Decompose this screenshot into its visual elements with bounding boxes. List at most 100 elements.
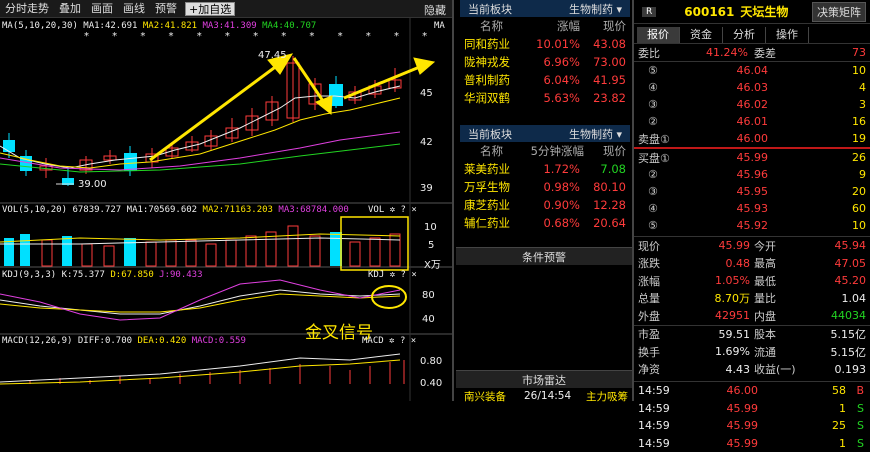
gear-icon[interactable]: ✲ xyxy=(390,205,395,215)
kdj-legend-name: KDJ(9,3,3) xyxy=(2,270,56,280)
help-icon[interactable]: ? xyxy=(400,336,405,346)
buy-level[interactable]: ④ 45.93 60 xyxy=(634,200,870,217)
toolbar-view[interactable]: 画面 xyxy=(86,0,118,18)
tab-funds[interactable]: 资金 xyxy=(680,27,723,43)
macd-value: MACD:0.559 xyxy=(192,336,246,346)
sector1-row[interactable]: 陇神戎发 6.96% 73.00 xyxy=(460,53,630,71)
toolbar-alert[interactable]: 预警 xyxy=(150,0,182,18)
tab-quote[interactable]: 报价 xyxy=(637,27,680,43)
macd-tick-080: 0.80 xyxy=(420,356,442,367)
margin-badge: R xyxy=(642,7,656,17)
hide-button[interactable]: 隐藏 xyxy=(424,2,446,18)
quote-stats: 现价 45.99 今开 45.94 涨跌 0.48 最高 47.05 涨幅 1.… xyxy=(634,236,870,325)
stat-row: 净资 4.43 收益(一) 0.193 xyxy=(634,361,870,379)
stat-row: 涨跌 0.48 最高 47.05 xyxy=(634,255,870,273)
stat-row: 现价 45.99 今开 45.94 xyxy=(634,237,870,255)
vol-ma3: MA3:68784.000 xyxy=(278,205,348,215)
sell-orders: ⑤ 46.04 10 ④ 46.03 4 ③ 46.02 3 ② 46.01 1… xyxy=(634,61,870,147)
buy-level[interactable]: ② 45.96 9 xyxy=(634,166,870,183)
macd-tick-040: 0.40 xyxy=(420,378,442,389)
vol-tag: VOL xyxy=(368,205,384,215)
kdj-d: D:67.850 xyxy=(110,270,153,280)
sell-level[interactable]: 卖盘① 46.00 19 xyxy=(634,130,870,147)
vol-ma2: MA2:71163.203 xyxy=(203,205,273,215)
tick-row: 14:59 45.99 1 S xyxy=(634,435,870,452)
col-price: 现价 xyxy=(580,18,626,34)
volume-highlight-box xyxy=(341,217,408,270)
radar-row[interactable]: 南兴装备 26/14:54 主力吸筹 xyxy=(464,387,634,405)
tab-operation[interactable]: 操作 xyxy=(766,27,809,43)
stat-row: 总量 8.70万 量比 1.04 xyxy=(634,290,870,308)
sector1-selector[interactable]: 生物制药 ▾ xyxy=(569,1,622,17)
sell-level[interactable]: ④ 46.03 4 xyxy=(634,79,870,96)
sector-panel-2: 当前板块 生物制药 ▾ 名称 5分钟涨幅 现价 莱美药业 1.72% 7.08 … xyxy=(460,125,630,232)
vol-value: 67839.727 xyxy=(72,205,121,215)
market-radar-header[interactable]: 市场雷达 xyxy=(456,370,632,388)
toolbar-timeshare[interactable]: 分时走势 xyxy=(0,0,54,18)
sector2-header: 当前板块 xyxy=(468,126,512,142)
close-icon[interactable]: × xyxy=(411,205,416,215)
trend-arrows xyxy=(150,54,434,160)
add-watchlist-button[interactable]: +加自选 xyxy=(185,2,235,16)
col-name: 名称 xyxy=(464,18,522,34)
vol-ma1: MA1:70569.602 xyxy=(127,205,197,215)
buy-level[interactable]: 买盘① 45.99 26 xyxy=(634,149,870,166)
sector1-row[interactable]: 普利制药 6.04% 41.95 xyxy=(460,71,630,89)
help-icon[interactable]: ? xyxy=(401,270,406,280)
gear-icon[interactable]: ✲ xyxy=(389,336,394,346)
tick-row: 14:59 45.99 1 S xyxy=(634,400,870,418)
sector2-row[interactable]: 万孚生物 0.98% 80.10 xyxy=(460,178,630,196)
stat-row: 换手 1.69% 流通 5.15亿 xyxy=(634,343,870,361)
stock-code: 600161 xyxy=(684,5,734,19)
kdj-k: K:75.377 xyxy=(62,270,105,280)
price-tick-42: 42 xyxy=(420,137,433,148)
divider xyxy=(452,0,454,401)
vol-legend: VOL(5,10,20) 67839.727 MA1:70569.602 MA2… xyxy=(2,205,349,215)
sector-panel-1: 当前板块 生物制药 ▾ 名称 涨幅 现价 同和药业 10.01% 43.08 陇… xyxy=(460,0,630,107)
kdj-tools: KDJ ✲ ? × xyxy=(368,270,417,280)
macd-legend-name: MACD(12,26,9) xyxy=(2,336,72,346)
high-price-label: 47.45 xyxy=(258,50,287,61)
macd-tag: MACD xyxy=(362,336,384,346)
toolbar-overlay[interactable]: 叠加 xyxy=(54,0,86,18)
sector1-columns: 名称 涨幅 现价 xyxy=(460,17,630,35)
buy-level[interactable]: ⑤ 45.92 10 xyxy=(634,217,870,234)
decision-matrix-button[interactable]: 决策矩阵 xyxy=(812,2,866,22)
sector1-row[interactable]: 同和药业 10.01% 43.08 xyxy=(460,35,630,53)
vol-tools: VOL ✲ ? × xyxy=(368,205,417,215)
tab-analysis[interactable]: 分析 xyxy=(723,27,766,43)
macd-tools: MACD ✲ ? × xyxy=(362,336,416,346)
tick-row: 14:59 45.99 25 S xyxy=(634,417,870,435)
kdj-tick-80: 80 xyxy=(422,290,435,301)
stock-name: 天坛生物 xyxy=(740,3,788,20)
buy-orders: 买盘① 45.99 26 ② 45.96 9 ③ 45.95 20 ④ 45.9… xyxy=(634,149,870,234)
gear-icon[interactable]: ✲ xyxy=(390,270,395,280)
price-tick-39: 39 xyxy=(420,183,433,194)
close-icon[interactable]: × xyxy=(411,336,416,346)
low-price-label: 39.00 xyxy=(78,179,107,190)
buy-level[interactable]: ③ 45.95 20 xyxy=(634,183,870,200)
sector2-selector[interactable]: 生物制药 ▾ xyxy=(569,126,622,142)
kdj-tag: KDJ xyxy=(368,270,384,280)
weibi-row: 委比 41.24% 委差 73 xyxy=(634,44,870,61)
stat-row: 涨幅 1.05% 最低 45.20 xyxy=(634,272,870,290)
help-icon[interactable]: ? xyxy=(401,205,406,215)
quote-header: R 600161 天坛生物 决策矩阵 xyxy=(634,0,870,24)
condition-alert-header[interactable]: 条件预警 xyxy=(456,247,632,265)
sell-level[interactable]: ⑤ 46.04 10 xyxy=(634,62,870,79)
vol-tick-10: 10 xyxy=(424,222,437,233)
d-line xyxy=(0,294,400,312)
tick-row: 14:59 46.00 58 B xyxy=(634,382,870,400)
tick-list: 14:59 46.00 58 B 14:59 45.99 1 S 14:59 4… xyxy=(634,381,870,452)
sell-level[interactable]: ③ 46.02 3 xyxy=(634,96,870,113)
macd-diff: DIFF:0.700 xyxy=(78,336,132,346)
sector2-row[interactable]: 辅仁药业 0.68% 20.64 xyxy=(460,214,630,232)
close-icon[interactable]: × xyxy=(411,270,416,280)
toolbar-draw-line[interactable]: 画线 xyxy=(118,0,150,18)
stat-row: 外盘 42951 内盘 44034 xyxy=(634,307,870,325)
sector2-row[interactable]: 康芝药业 0.90% 12.28 xyxy=(460,196,630,214)
j-line xyxy=(0,280,400,320)
sector1-row[interactable]: 华润双鹤 5.63% 23.82 xyxy=(460,89,630,107)
sector2-row[interactable]: 莱美药业 1.72% 7.08 xyxy=(460,160,630,178)
sell-level[interactable]: ② 46.01 16 xyxy=(634,113,870,130)
